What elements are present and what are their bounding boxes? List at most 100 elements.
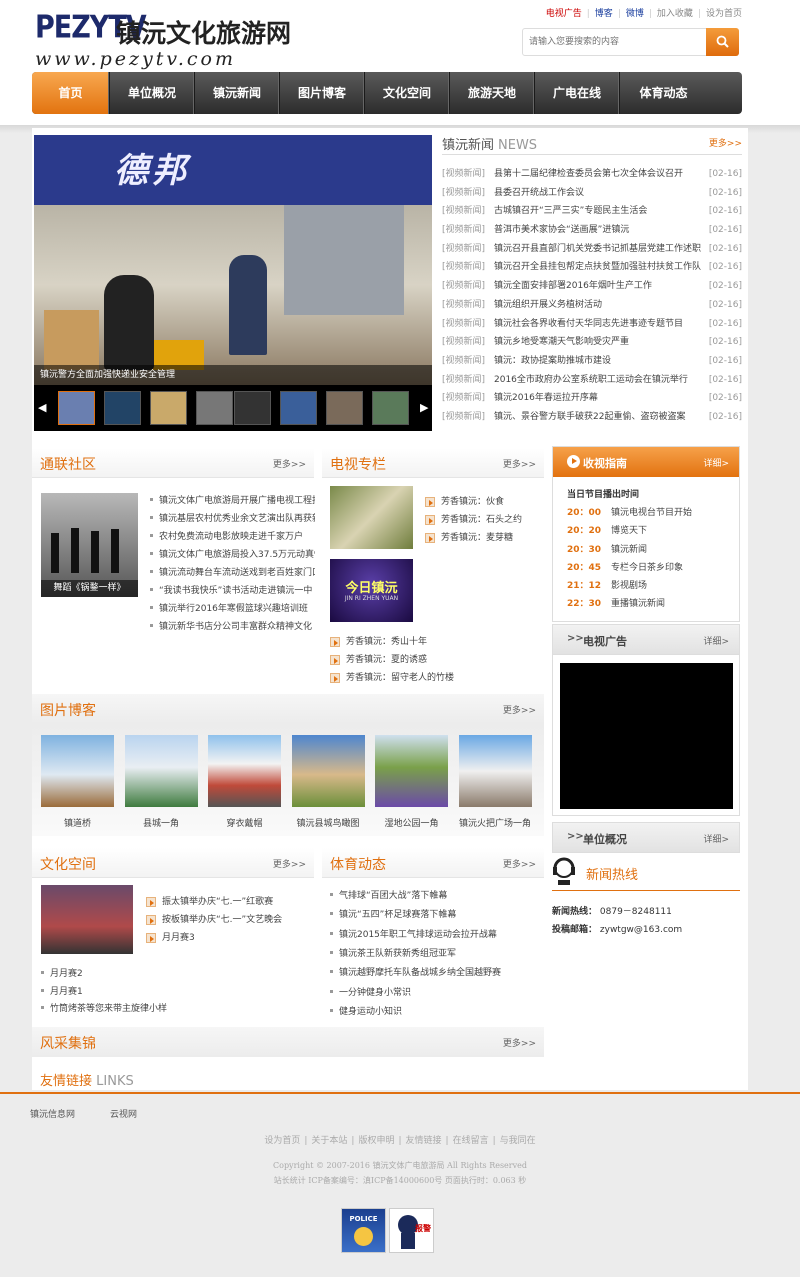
photo-caption[interactable]: 镇沅县城鸟瞰图: [286, 816, 371, 829]
news-item-text[interactable]: 镇沅组织开展义务植树活动: [494, 300, 602, 310]
police-badge[interactable]: POLICE: [341, 1208, 386, 1253]
list-item[interactable]: 月月赛2: [41, 966, 311, 979]
list-item-text[interactable]: 镇沅茶王队新获新秀组冠亚军: [339, 949, 456, 959]
list-item-text[interactable]: 镇沅文体广电旅游局投入37.5万元动真情: [159, 550, 315, 560]
list-item[interactable]: 健身运动小知识: [330, 1004, 542, 1017]
photo-caption[interactable]: 县城一角: [119, 816, 204, 829]
photo-thumb[interactable]: [375, 735, 448, 807]
slider-caption[interactable]: 镇沅警方全面加强快递业安全管理: [34, 365, 432, 385]
slider-thumb[interactable]: [234, 391, 271, 425]
logo-cn[interactable]: 镇沅文化旅游网: [116, 14, 291, 50]
search-button[interactable]: [706, 28, 739, 56]
culture-more-link[interactable]: 更多>>: [273, 857, 306, 870]
police-alarm-badge[interactable]: 报警: [389, 1208, 434, 1253]
list-item[interactable]: 芳香镇沅：石头之约: [425, 512, 540, 525]
nav-culture[interactable]: 文化空间: [365, 72, 450, 114]
list-item[interactable]: 气排球“百团大战”落下帷幕: [330, 888, 542, 901]
list-item[interactable]: 镇沅“五四”杯足球赛落下帷幕: [330, 907, 542, 920]
photo-caption[interactable]: 湿地公园一角: [369, 816, 454, 829]
news-item[interactable]: [视频新闻] 镇沅组织开展义务植树活动 [02-16]: [442, 296, 742, 315]
news-item-text[interactable]: 2016全市政府办公室系统职工运动会在镇沅举行: [494, 375, 688, 385]
list-item-text[interactable]: 振太镇举办庆“七.一”红歌赛: [162, 897, 273, 907]
photo-thumb[interactable]: [291, 735, 365, 807]
news-item-tag[interactable]: [视频新闻]: [442, 258, 494, 277]
news-item-text[interactable]: 镇沅召开全县挂包帮定点扶贫暨加强驻村扶贫工作队: [494, 262, 701, 272]
photo-thumb[interactable]: [458, 735, 532, 807]
news-item-text[interactable]: 镇沅乡地受寒潮天气影响受灾严重: [494, 337, 629, 347]
list-item-text[interactable]: 镇沅基层农村优秀业余文艺演出队再获新: [159, 514, 315, 524]
list-item[interactable]: 农村免费流动电影放映走进千家万户: [150, 529, 315, 542]
tonglian-image[interactable]: 舞蹈《锅鍪一样》: [41, 493, 138, 597]
tvad-more-link[interactable]: 详细>: [703, 634, 729, 647]
news-item-tag[interactable]: [视频新闻]: [442, 202, 494, 221]
photo-thumb[interactable]: [208, 735, 281, 807]
list-item-text[interactable]: 镇沅举行2016年寒假篮球兴趣培训班: [159, 604, 308, 614]
news-item-text[interactable]: 镇沅全面安排部署2016年烟叶生产工作: [494, 281, 652, 291]
news-item-tag[interactable]: [视频新闻]: [442, 408, 494, 427]
news-item[interactable]: [视频新闻] 镇沅、景谷警方联手破获22起重偷、盗窃被盗案 [02-16]: [442, 408, 742, 427]
toplink-tv-ad[interactable]: 电视广告: [546, 6, 582, 19]
list-item-text[interactable]: 芳香镇沅：麦芽糖: [441, 533, 513, 543]
news-item-text[interactable]: 镇沅社会各界收看付天华同志先进事迹专题节目: [494, 319, 683, 329]
culture-image[interactable]: [41, 885, 133, 954]
list-item-text[interactable]: 月月赛1: [50, 987, 83, 997]
nav-broadcast[interactable]: 广电在线: [535, 72, 620, 114]
toplink-homepage[interactable]: 设为首页: [706, 6, 742, 19]
news-item-tag[interactable]: [视频新闻]: [442, 352, 494, 371]
nav-sports[interactable]: 体育动态: [620, 72, 707, 114]
list-item[interactable]: 镇沅流动舞台车流动送戏到老百姓家门口: [150, 565, 315, 578]
list-item[interactable]: 镇沅茶王队新获新秀组冠亚军: [330, 946, 542, 959]
list-item[interactable]: 镇沅举行2016年寒假篮球兴趣培训班: [150, 601, 315, 614]
schedule-program[interactable]: 重播镇沅新闻: [611, 599, 665, 609]
nav-unit[interactable]: 单位概况: [110, 72, 195, 114]
slider-thumb[interactable]: [326, 391, 363, 425]
hotline-mail-value[interactable]: zywtgw@163.com: [600, 925, 682, 935]
nav-news[interactable]: 镇沅新闻: [195, 72, 280, 114]
list-item-text[interactable]: 镇沅越野摩托车队备战城乡纳全国越野赛: [339, 968, 501, 978]
news-item-tag[interactable]: [视频新闻]: [442, 296, 494, 315]
news-item[interactable]: [视频新闻] 镇沅社会各界收看付天华同志先进事迹专题节目 [02-16]: [442, 315, 742, 334]
news-item[interactable]: [视频新闻] 镇沅全面安排部署2016年烟叶生产工作 [02-16]: [442, 277, 742, 296]
unit-more-link[interactable]: 详细>: [703, 832, 729, 845]
guide-more-link[interactable]: 详细>: [703, 456, 729, 469]
slider-next-icon[interactable]: ▶: [420, 401, 428, 414]
list-item[interactable]: 芳香镇沅：秀山十年: [330, 634, 540, 647]
list-item-text[interactable]: 按板镇举办庆“七.一”文艺晚会: [162, 915, 282, 925]
news-item-text[interactable]: 县委召开统战工作会议: [494, 188, 584, 198]
schedule-program[interactable]: 镇沅电视台节目开始: [611, 508, 692, 518]
photo-caption[interactable]: 穿衣戴帽: [202, 816, 287, 829]
news-item-text[interactable]: 镇沅、景谷警方联手破获22起重偷、盗窃被盗案: [494, 412, 685, 422]
list-item-text[interactable]: 镇沅流动舞台车流动送戏到老百姓家门口: [159, 568, 315, 578]
list-item[interactable]: 镇沅文体广电旅游局开展广播电视工程技: [150, 493, 315, 506]
list-item[interactable]: 镇沅基层农村优秀业余文艺演出队再获新: [150, 511, 315, 524]
list-item-text[interactable]: “我读书我快乐”读书活动走进镇沅一中: [159, 586, 312, 596]
list-item[interactable]: 镇沅2015年职工气排球运动会拉开战幕: [330, 927, 542, 940]
news-item-text[interactable]: 镇沅2016年春运拉开序幕: [494, 393, 598, 403]
list-item[interactable]: 竹筒烤茶等您来带主旋律小样: [41, 1001, 311, 1014]
news-item-tag[interactable]: [视频新闻]: [442, 315, 494, 334]
slider-thumb[interactable]: [150, 391, 187, 425]
list-item-text[interactable]: 芳香镇沅：留守老人的竹楼: [346, 673, 454, 683]
list-item-text[interactable]: 芳香镇沅：伙食: [441, 497, 504, 507]
news-item[interactable]: [视频新闻] 镇沅2016年春运拉开序幕 [02-16]: [442, 389, 742, 408]
list-item-text[interactable]: 镇沅文体广电旅游局开展广播电视工程技: [159, 496, 315, 506]
tv-image-tree[interactable]: [330, 486, 413, 549]
news-item-tag[interactable]: [视频新闻]: [442, 333, 494, 352]
slider-thumb[interactable]: [196, 391, 233, 425]
list-item[interactable]: 月月赛3: [146, 930, 311, 943]
photo-slider[interactable]: 德邦 镇沅警方全面加强快递业安全管理 ◀ ▶: [34, 135, 432, 431]
tvad-video-player[interactable]: [560, 663, 733, 809]
list-item[interactable]: 芳香镇沅：伙食: [425, 494, 540, 507]
list-item[interactable]: 一分钟健身小常识: [330, 985, 542, 998]
list-item[interactable]: 芳香镇沅：夏的诱惑: [330, 652, 540, 665]
news-item-text[interactable]: 古城镇召开“三严三实”专题民主生活会: [494, 206, 647, 216]
news-item[interactable]: [视频新闻] 镇沅：政协提案助推城市建设 [02-16]: [442, 352, 742, 371]
list-item[interactable]: 芳香镇沅：麦芽糖: [425, 530, 540, 543]
footer-link-yunshi[interactable]: 云视网: [110, 1107, 137, 1120]
list-item[interactable]: “我读书我快乐”读书活动走进镇沅一中: [150, 583, 315, 596]
toplink-favorite[interactable]: 加入收藏: [657, 6, 693, 19]
list-item-text[interactable]: 农村免费流动电影放映走进千家万户: [159, 532, 303, 542]
news-item-tag[interactable]: [视频新闻]: [442, 184, 494, 203]
news-item-tag[interactable]: [视频新闻]: [442, 277, 494, 296]
list-item[interactable]: 镇沅新华书店分公司丰富群众精神文化: [150, 619, 315, 632]
